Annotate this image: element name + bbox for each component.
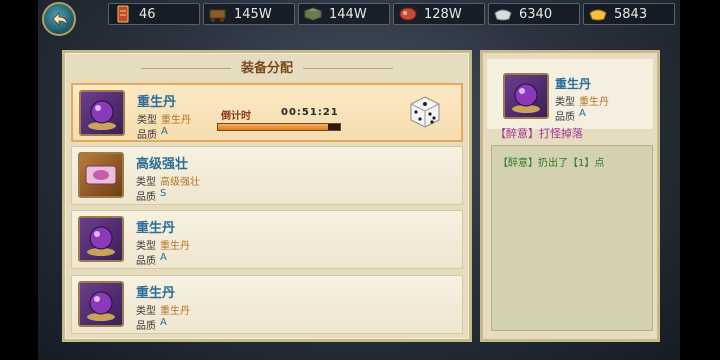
resource-gold-value: 5843	[614, 7, 648, 22]
meat-icon	[399, 7, 417, 21]
item-detail-panel: 重生丹 类型 重生丹 品质 A 【醉意】打怪掉落 【醉意】扔出了【1】点	[480, 50, 660, 342]
resource-meat: 128W	[393, 3, 485, 25]
dice-icon[interactable]	[408, 95, 442, 129]
item-icon	[78, 216, 124, 262]
countdown-value: 00:51:21	[281, 107, 339, 118]
letterbox-right	[680, 0, 720, 360]
resource-gold: 5843	[583, 3, 675, 25]
item-type-value: 重生丹	[160, 241, 190, 252]
scroll-icon	[85, 165, 117, 185]
resource-silver-value: 6340	[519, 7, 553, 22]
book-icon	[303, 7, 323, 21]
detail-item-name: 重生丹	[555, 77, 592, 91]
list-item[interactable]: 重生丹 类型 重生丹 品质 A	[71, 275, 463, 334]
resource-book: 144W	[298, 3, 390, 25]
gold-icon	[589, 9, 607, 21]
item-icon	[78, 281, 124, 327]
resource-token-value: 46	[139, 7, 156, 22]
item-type-value: 高级强壮	[160, 177, 200, 188]
item-type-value: 重生丹	[161, 115, 191, 126]
resource-cart: 145W	[203, 3, 295, 25]
pill-orb-icon	[88, 100, 116, 130]
title-ornament-right	[303, 68, 393, 69]
detail-header: 重生丹 类型 重生丹 品质 A	[487, 59, 653, 129]
roll-log: 【醉意】扔出了【1】点	[491, 145, 653, 331]
item-name: 重生丹	[136, 221, 176, 236]
item-type-value: 重生丹	[160, 306, 190, 317]
countdown-label: 倒计时	[221, 111, 251, 122]
token-icon	[117, 5, 129, 23]
resource-book-value: 144W	[329, 7, 367, 22]
item-name: 高级强壮	[136, 157, 189, 172]
item-name: 重生丹	[136, 286, 176, 301]
pill-orb-icon	[87, 226, 115, 256]
silver-icon	[494, 9, 512, 21]
item-quality-label: 品质	[136, 192, 156, 203]
detail-quality-value: A	[579, 108, 586, 119]
item-icon	[78, 152, 124, 198]
item-quality-label: 品质	[136, 321, 156, 332]
item-quality-value: S	[160, 188, 167, 199]
pill-orb-icon	[512, 83, 540, 113]
detail-type-label: 类型	[555, 97, 575, 108]
item-quality-label: 品质	[136, 256, 156, 267]
back-arrow-icon	[52, 12, 68, 27]
roll-log-line: 【醉意】扔出了【1】点	[498, 158, 605, 169]
detail-quality-label: 品质	[555, 112, 575, 123]
detail-item-icon	[503, 73, 549, 119]
item-type-label: 类型	[136, 177, 156, 188]
list-item[interactable]: 重生丹 类型 重生丹 品质 A	[71, 210, 463, 269]
item-quality-value: A	[160, 252, 167, 263]
item-quality-value: A	[161, 126, 168, 137]
item-type-label: 类型	[136, 306, 156, 317]
item-quality-value: A	[160, 317, 167, 328]
title-ornament-left	[140, 68, 231, 69]
item-icon	[79, 90, 125, 136]
countdown-progress-fill	[218, 124, 328, 130]
item-type-label: 类型	[137, 115, 157, 126]
letterbox-left	[0, 0, 38, 360]
resource-silver: 6340	[488, 3, 580, 25]
countdown-progress-bar	[217, 123, 341, 131]
pill-orb-icon	[87, 291, 115, 321]
item-name: 重生丹	[137, 95, 177, 110]
resource-meat-value: 128W	[424, 7, 462, 22]
panel-title: 装备分配	[240, 61, 293, 76]
resource-token: 46	[108, 3, 200, 25]
drop-source-text: 【醉意】打怪掉落	[495, 127, 583, 140]
detail-type-value: 重生丹	[579, 97, 609, 108]
cart-icon	[209, 9, 226, 22]
list-item[interactable]: 重生丹 类型 重生丹 品质 A 倒计时 00:51:21	[71, 83, 463, 142]
resource-cart-value: 145W	[234, 7, 272, 22]
equipment-allocation-panel: 装备分配 重生丹 类型 重生丹 品质 A 倒计时 00:51:21 高级强壮 类…	[62, 50, 472, 342]
item-quality-label: 品质	[137, 130, 157, 141]
back-button[interactable]	[42, 2, 76, 36]
item-type-label: 类型	[136, 241, 156, 252]
list-item[interactable]: 高级强壮 类型 高级强壮 品质 S	[71, 146, 463, 205]
panel-title-band: 装备分配	[65, 57, 469, 81]
